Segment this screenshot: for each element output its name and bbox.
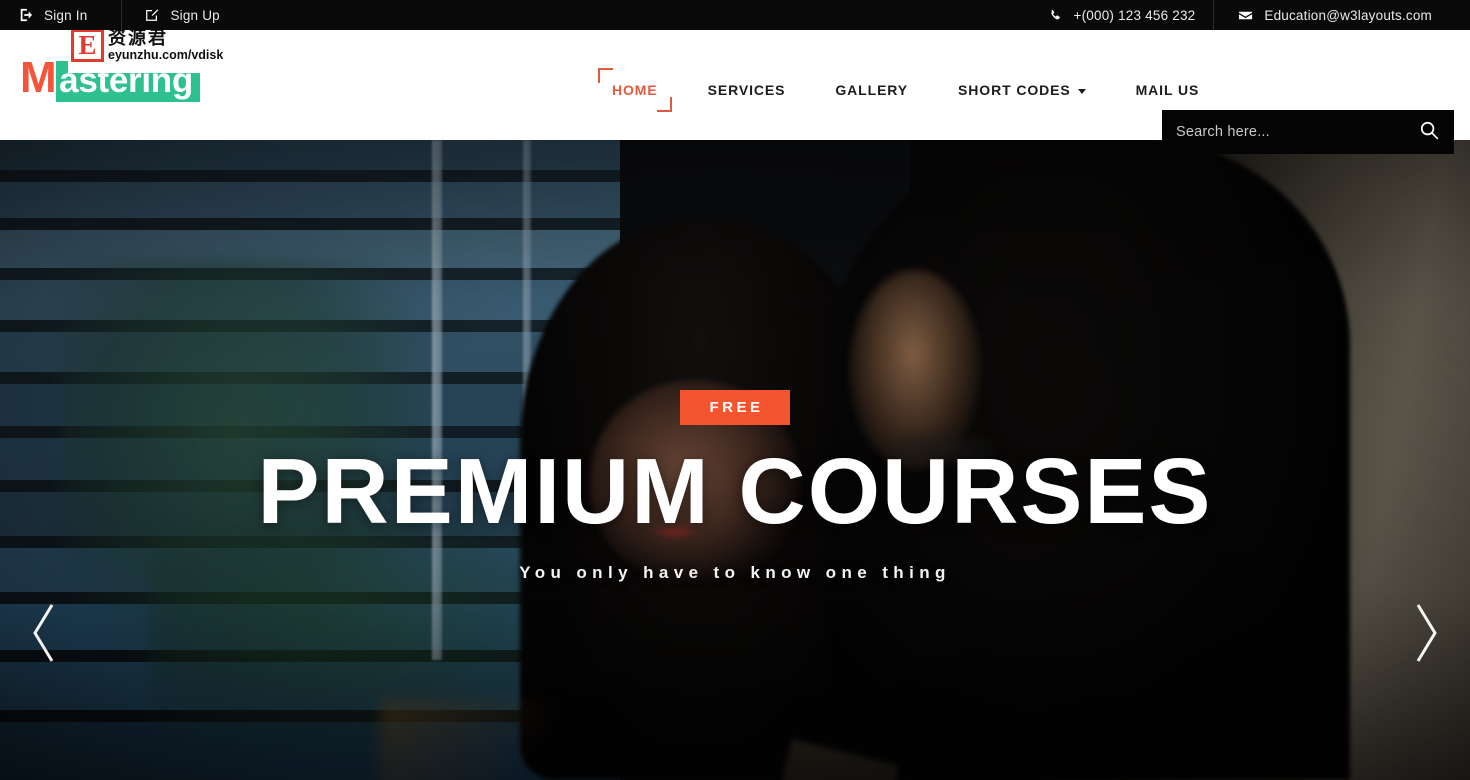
logo-rest-text: astering bbox=[56, 61, 200, 102]
chevron-down-icon bbox=[1077, 88, 1086, 94]
nav-item-services-label: SERVICES bbox=[707, 82, 786, 98]
email-contact[interactable]: Education@w3layouts.com bbox=[1213, 0, 1450, 30]
phone-contact[interactable]: +(000) 123 456 232 bbox=[1048, 0, 1214, 30]
sign-up-link[interactable]: Sign Up bbox=[121, 0, 253, 30]
carousel-next-button[interactable] bbox=[1412, 601, 1442, 665]
top-bar: Sign In Sign Up +(000) 123 456 232 Educa… bbox=[0, 0, 1470, 30]
phone-number: +(000) 123 456 232 bbox=[1073, 7, 1196, 23]
nav-item-services[interactable]: SERVICES bbox=[708, 82, 786, 98]
envelope-icon bbox=[1238, 8, 1253, 23]
search-input[interactable] bbox=[1162, 110, 1404, 154]
site-header: Mastering HOME SERVICES GALLERY SHORT CO… bbox=[0, 18, 1470, 154]
main-navigation: HOME SERVICES GALLERY SHORT CODES MAIL U… bbox=[598, 68, 1200, 112]
nav-item-short-codes-label: SHORT CODES bbox=[958, 82, 1071, 98]
sign-in-icon bbox=[18, 8, 33, 23]
search-icon bbox=[1419, 120, 1440, 144]
hero-title: PREMIUM COURSES bbox=[257, 439, 1213, 543]
carousel-prev-button[interactable] bbox=[28, 601, 58, 665]
watermark-title: 资源君 bbox=[108, 28, 168, 49]
nav-item-gallery-label: GALLERY bbox=[835, 82, 909, 98]
chevron-left-icon bbox=[28, 601, 58, 665]
phone-icon bbox=[1048, 8, 1063, 23]
top-bar-right-group: +(000) 123 456 232 Education@w3layouts.c… bbox=[1048, 0, 1450, 30]
hero-banner: FREE PREMIUM COURSES You only have to kn… bbox=[0, 140, 1470, 780]
nav-item-mail-us-label: MAIL US bbox=[1135, 82, 1200, 98]
top-bar-left-group: Sign In Sign Up bbox=[18, 0, 254, 30]
chevron-right-icon bbox=[1412, 601, 1442, 665]
nav-item-home[interactable]: HOME bbox=[598, 68, 672, 112]
hero-subtitle: You only have to know one thing bbox=[519, 562, 951, 582]
nav-item-gallery[interactable]: GALLERY bbox=[835, 82, 908, 98]
page-root: Sign In Sign Up +(000) 123 456 232 Educa… bbox=[0, 0, 1470, 780]
nav-item-mail-us[interactable]: MAIL US bbox=[1136, 82, 1200, 98]
logo-first-letter: M bbox=[20, 53, 57, 102]
search-button[interactable] bbox=[1404, 110, 1454, 154]
hero-free-badge: FREE bbox=[680, 390, 790, 425]
site-logo[interactable]: Mastering bbox=[20, 56, 200, 102]
sign-in-link[interactable]: Sign In bbox=[18, 0, 121, 30]
sign-up-label: Sign Up bbox=[170, 7, 220, 23]
hero-content: FREE PREMIUM COURSES You only have to kn… bbox=[0, 140, 1470, 583]
sign-up-icon bbox=[144, 8, 159, 23]
search-bar bbox=[1162, 110, 1454, 154]
email-address: Education@w3layouts.com bbox=[1264, 7, 1432, 23]
nav-item-short-codes[interactable]: SHORT CODES bbox=[958, 82, 1086, 98]
sign-in-label: Sign In bbox=[44, 7, 88, 23]
nav-item-home-label: HOME bbox=[612, 82, 658, 98]
